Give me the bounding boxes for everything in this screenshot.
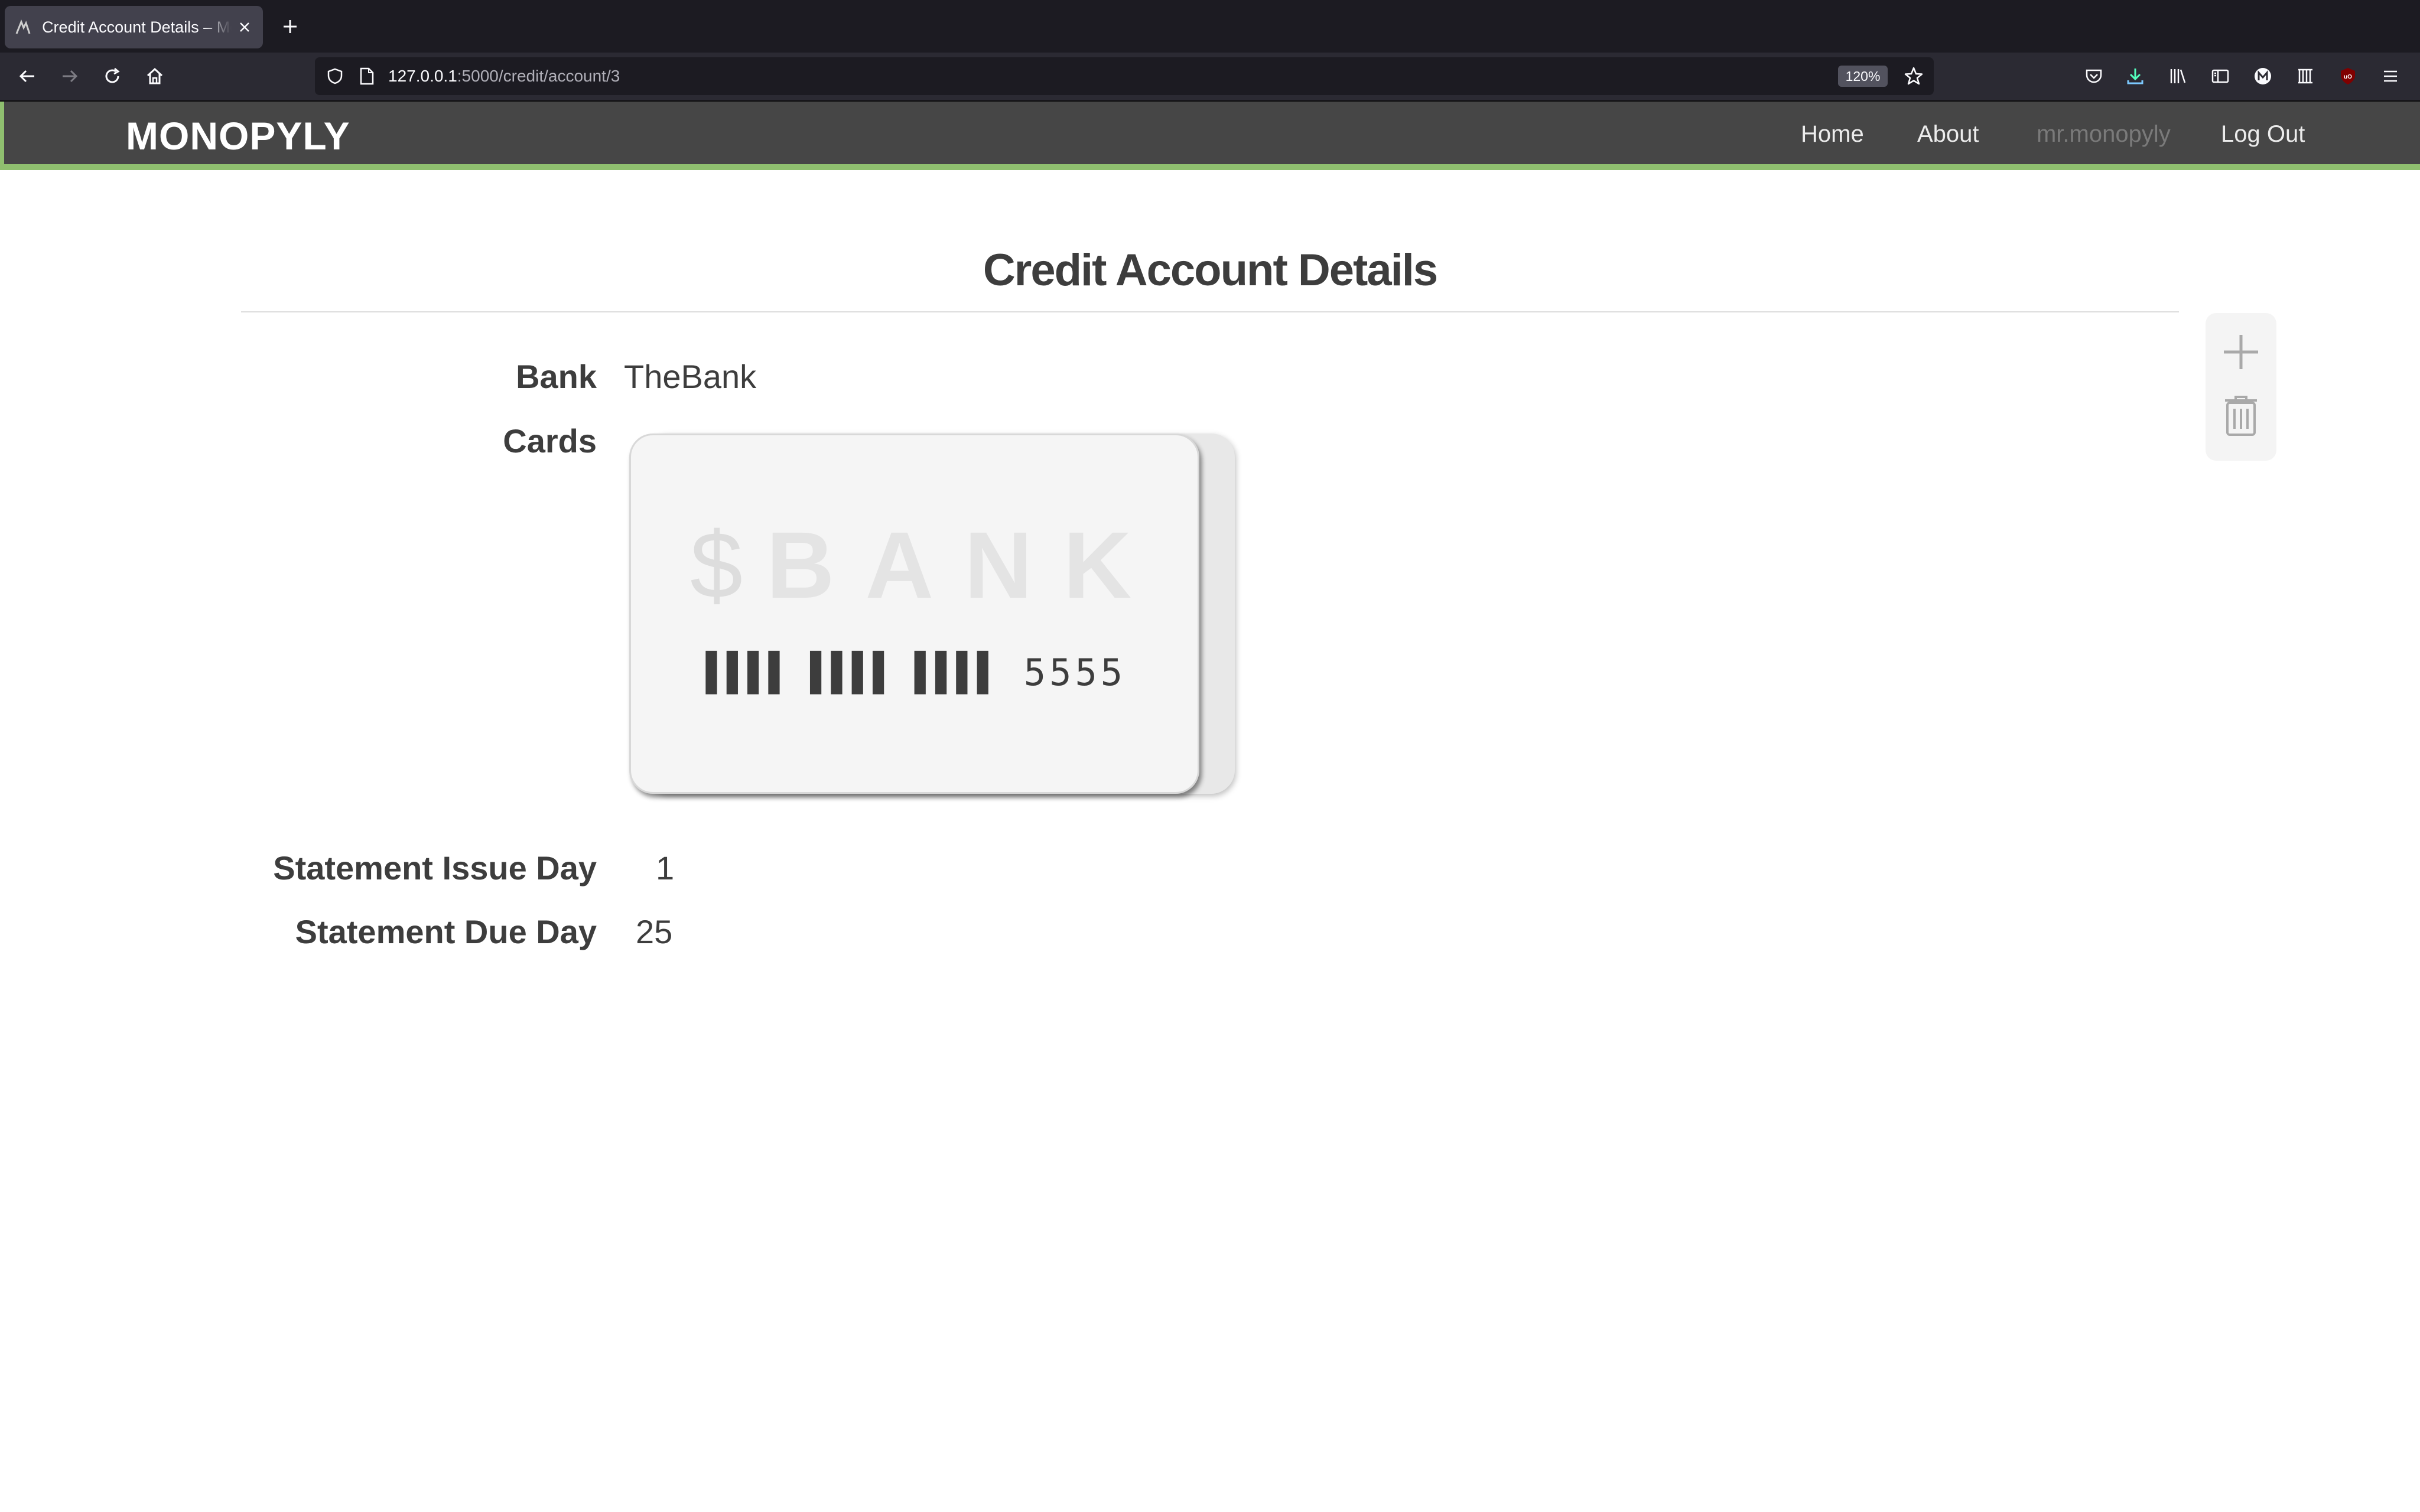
bank-label: Bank — [516, 358, 597, 395]
card-bank-logo: $BANK — [690, 512, 1163, 618]
cards-label: Cards — [503, 422, 597, 460]
nav-username-link[interactable]: mr.monopyly — [2037, 119, 2171, 149]
url-path: :5000/credit/account/3 — [457, 67, 620, 85]
account-actions-panel — [2206, 313, 2276, 461]
nav-logout-link[interactable]: Log Out — [2221, 119, 2305, 149]
statement-issue-day-label: Statement Issue Day — [273, 849, 597, 887]
credit-card[interactable]: $BANK ▌▌▌▌ ▌▌▌▌ ▌▌▌▌ 5555 — [629, 434, 1199, 794]
sidebar-toggle-icon[interactable] — [2206, 62, 2234, 90]
app-header: MONOPYLY Home About mr.monopyly Log Out — [0, 102, 2420, 170]
hamburger-menu-icon[interactable] — [2376, 62, 2405, 90]
downloads-icon[interactable] — [2121, 62, 2149, 90]
url-text[interactable]: 127.0.0.1:5000/credit/account/3 — [388, 66, 620, 87]
card-number-mask: ▌▌▌▌ ▌▌▌▌ ▌▌▌▌ — [705, 651, 1000, 694]
nav-home-link[interactable]: Home — [1801, 119, 1864, 149]
trash-icon — [2223, 395, 2259, 440]
title-divider — [241, 311, 2179, 312]
reload-icon[interactable] — [98, 62, 126, 90]
statement-due-day-label: Statement Due Day — [295, 913, 597, 950]
back-arrow-icon[interactable] — [13, 62, 41, 90]
browser-nav-bar: 127.0.0.1:5000/credit/account/3 120% uO — [0, 53, 2420, 102]
plus-icon — [2220, 331, 2262, 376]
bookmark-star-icon[interactable] — [1901, 63, 1927, 89]
home-icon[interactable] — [141, 62, 169, 90]
card-logo-text: BANK — [766, 512, 1163, 618]
ublock-origin-icon[interactable]: uO — [2334, 62, 2362, 90]
browser-tab-bar: Credit Account Details – Monopyly — [0, 0, 2420, 53]
zoom-level-badge[interactable]: 120% — [1838, 66, 1888, 87]
close-tab-icon[interactable] — [235, 17, 255, 37]
account-avatar-icon[interactable] — [2249, 62, 2277, 90]
bank-value: TheBank — [624, 358, 757, 395]
browser-tab-active[interactable]: Credit Account Details – Monopyly — [5, 6, 263, 48]
url-host: 127.0.0.1 — [388, 67, 457, 85]
new-tab-icon[interactable] — [277, 13, 304, 40]
pocket-icon[interactable] — [2080, 62, 2108, 90]
forward-arrow-icon[interactable] — [56, 62, 84, 90]
tab-title: Credit Account Details – Monopyly — [42, 18, 232, 36]
delete-account-button[interactable] — [2219, 395, 2263, 439]
card-number: ▌▌▌▌ ▌▌▌▌ ▌▌▌▌ 5555 — [631, 649, 1201, 696]
card-last-four: 5555 — [1023, 651, 1127, 694]
add-card-button[interactable] — [2219, 331, 2263, 376]
address-bar[interactable]: 127.0.0.1:5000/credit/account/3 120% — [315, 57, 1934, 95]
extension-grid-icon[interactable] — [2291, 62, 2320, 90]
library-icon[interactable] — [2164, 62, 2192, 90]
svg-text:uO: uO — [2344, 74, 2352, 80]
page-title: Credit Account Details — [983, 245, 1438, 295]
statement-due-day-value: 25 — [636, 913, 673, 950]
monopyly-favicon-icon — [13, 17, 32, 37]
tracking-shield-icon[interactable] — [323, 64, 347, 88]
nav-about-link[interactable]: About — [1917, 119, 1979, 149]
statement-issue-day-value: 1 — [656, 849, 675, 887]
card-logo-symbol: $ — [690, 512, 766, 618]
page-info-icon[interactable] — [355, 64, 379, 88]
brand-logo[interactable]: MONOPYLY — [126, 112, 350, 159]
